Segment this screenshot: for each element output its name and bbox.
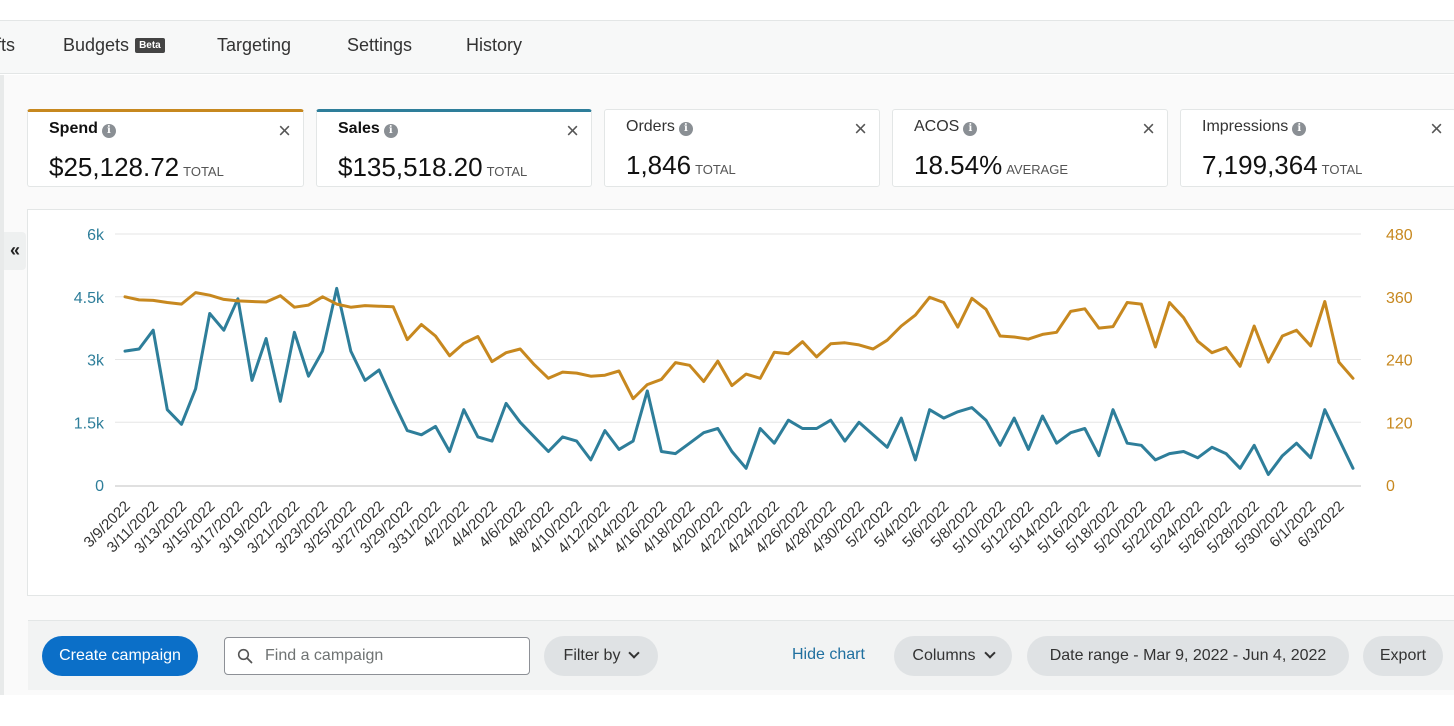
metric-card-sales[interactable]: Sales i × $135,518.20 TOTAL	[316, 109, 592, 187]
chevron-down-icon	[983, 647, 996, 659]
date-range-button[interactable]: Date range - Mar 9, 2022 - Jun 4, 2022	[1027, 636, 1349, 676]
metric-title: Sales i	[338, 120, 398, 138]
metric-card-acos[interactable]: ACOS i × 18.54% AVERAGE	[892, 109, 1168, 187]
tab-settings[interactable]: Settings	[347, 35, 412, 56]
search-icon	[237, 648, 253, 664]
metric-title: Spend i	[49, 120, 116, 138]
y-right-tick-label: 480	[1386, 227, 1413, 244]
metric-value: $25,128.72 TOTAL	[49, 152, 224, 182]
y-left-tick-label: 0	[95, 478, 104, 495]
y-right-tick-label: 240	[1386, 353, 1413, 370]
close-icon[interactable]: ×	[278, 120, 291, 142]
info-icon[interactable]: i	[963, 122, 978, 136]
filter-by-button[interactable]: Filter by	[544, 636, 658, 676]
series-line-spend	[123, 291, 1355, 401]
bottom-strip	[0, 695, 1454, 726]
tab-targeting[interactable]: Targeting	[217, 35, 291, 56]
metric-aggregate: TOTAL	[183, 164, 224, 179]
close-icon[interactable]: ×	[1142, 118, 1155, 140]
tab-budgets[interactable]: Budgets Beta	[63, 35, 165, 56]
columns-button[interactable]: Columns	[894, 636, 1012, 676]
campaign-nav-tabs: fts Budgets Beta Targeting Settings Histo…	[0, 20, 1454, 74]
tab-budgets-label: Budgets	[63, 35, 130, 55]
chart-panel: 0 1.5k 3k 4.5k 6k 0 120 240 360 480 3/9/2022 3/11/2…	[27, 209, 1454, 596]
campaign-toolbar: Create campaign Filter by Hide chart Col…	[28, 620, 1454, 690]
search-box[interactable]	[224, 637, 530, 675]
y-right-tick-label: 0	[1386, 478, 1395, 495]
metric-card-orders[interactable]: Orders i × 1,846 TOTAL	[604, 109, 880, 187]
metric-card-impressions[interactable]: Impressions i × 7,199,364 TOTAL	[1180, 109, 1454, 187]
metric-value: 7,199,364 TOTAL	[1202, 150, 1363, 180]
search-input[interactable]	[265, 644, 515, 668]
info-icon[interactable]: i	[1292, 122, 1307, 136]
tab-drafts[interactable]: fts	[0, 35, 15, 56]
close-icon[interactable]: ×	[1430, 118, 1443, 140]
metric-value: 1,846 TOTAL	[626, 150, 736, 180]
metric-title: Orders i	[626, 118, 693, 136]
metric-aggregate: TOTAL	[1321, 162, 1363, 177]
y-right-tick-label: 120	[1386, 415, 1413, 432]
export-button[interactable]: Export	[1363, 636, 1443, 676]
metric-title: ACOS i	[914, 118, 978, 136]
close-icon[interactable]: ×	[566, 120, 579, 142]
close-icon[interactable]: ×	[854, 118, 867, 140]
info-icon[interactable]: i	[101, 124, 116, 138]
y-left-tick-label: 6k	[87, 227, 105, 244]
metric-value: 18.54% AVERAGE	[914, 150, 1069, 180]
beta-badge: Beta	[135, 38, 165, 53]
metric-aggregate: TOTAL	[695, 162, 736, 177]
info-icon[interactable]: i	[383, 124, 398, 138]
y-left-tick-label: 4.5k	[74, 290, 105, 307]
metric-aggregate: AVERAGE	[1006, 162, 1069, 177]
collapse-icon[interactable]: «	[4, 232, 26, 270]
left-divider	[0, 75, 4, 695]
create-campaign-button[interactable]: Create campaign	[42, 636, 198, 676]
metric-title: Impressions i	[1202, 118, 1307, 136]
tab-history[interactable]: History	[466, 35, 522, 56]
chevron-down-icon	[628, 647, 641, 659]
y-right-tick-label: 360	[1386, 290, 1413, 307]
top-strip	[0, 0, 1454, 20]
info-icon[interactable]: i	[678, 122, 693, 136]
y-left-tick-label: 1.5k	[74, 415, 105, 432]
hide-chart-link[interactable]: Hide chart	[792, 646, 865, 664]
y-left-tick-label: 3k	[87, 353, 105, 370]
metric-aggregate: TOTAL	[486, 164, 528, 179]
metric-value: $135,518.20 TOTAL	[338, 152, 528, 182]
performance-chart: 01.5k3k4.5k6k01202403604803/9/20223/11/2…	[74, 227, 1413, 557]
metric-card-spend[interactable]: Spend i × $25,128.72 TOTAL	[27, 109, 304, 187]
